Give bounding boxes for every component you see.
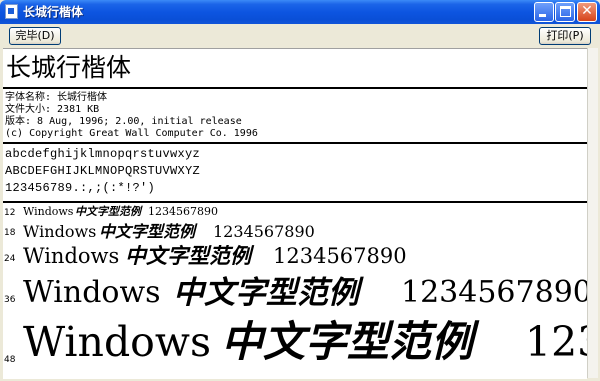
size-label: 24 — [4, 254, 16, 264]
sample-digits: 123 — [525, 318, 587, 366]
app-icon — [5, 4, 18, 19]
font-info-line: (c) Copyright Great Wall Computer Co. 19… — [5, 128, 258, 139]
sample-digits: 1234567890 — [273, 244, 407, 268]
charset-digits-punctuation: 123456789.:,;(:*!?') — [5, 181, 156, 195]
size-label: 12 — [4, 208, 16, 218]
vertical-scrollbar[interactable] — [587, 48, 598, 378]
minimize-icon — [539, 14, 546, 17]
sample-latin: Windows — [23, 222, 97, 241]
sample-latin: Windows — [23, 205, 74, 218]
toolbar: 完毕(D) 打印(P) — [3, 24, 597, 48]
window-title: 长城行楷体 — [23, 5, 84, 19]
divider — [3, 142, 587, 144]
close-icon: ✕ — [581, 3, 593, 19]
divider — [3, 201, 587, 203]
minimize-button[interactable] — [534, 2, 554, 22]
charset-lowercase: abcdefghijklmnopqrstuvwxyz — [5, 147, 201, 161]
font-name-heading: 长城行楷体 — [6, 53, 132, 82]
sample-cjk: 中文字型范例 — [221, 317, 474, 366]
sample-digits: 1234567890 — [401, 275, 587, 310]
font-viewer-window: 长城行楷体 ✕ 完毕(D) 打印(P) 长城行楷体 字体名称: 长城行楷体 文件… — [0, 0, 600, 381]
print-button[interactable]: 打印(P) — [539, 27, 591, 45]
size-label: 18 — [4, 228, 16, 238]
done-button[interactable]: 完毕(D) — [9, 27, 61, 45]
sample-cjk: 中文字型范例 — [173, 275, 359, 311]
font-info-line: 字体名称: 长城行楷体 — [5, 92, 108, 103]
sample-digits: 1234567890 — [213, 222, 315, 241]
title-bar[interactable]: 长城行楷体 ✕ — [0, 0, 600, 24]
sample-latin: Windows — [23, 275, 161, 310]
font-info-line: 版本: 8 Aug, 1996; 2.00, initial release — [5, 116, 242, 127]
close-button[interactable]: ✕ — [577, 2, 597, 22]
font-info-line: 文件大小: 2381 KB — [5, 104, 100, 115]
charset-uppercase: ABCDEFGHIJKLMNOPQRSTUVWXYZ — [5, 164, 201, 178]
divider — [3, 87, 587, 89]
sample-latin: Windows — [23, 318, 212, 366]
size-label: 36 — [4, 295, 16, 305]
sample-cjk: 中文字型范例 — [99, 222, 196, 241]
maximize-icon — [560, 6, 571, 17]
sample-cjk: 中文字型范例 — [75, 205, 141, 218]
sample-latin: Windows — [23, 244, 120, 268]
font-preview-area: 长城行楷体 字体名称: 长城行楷体 文件大小: 2381 KB 版本: 8 Au… — [3, 48, 587, 379]
sample-cjk: 中文字型范例 — [125, 243, 251, 268]
size-label: 48 — [4, 355, 16, 365]
maximize-button[interactable] — [555, 2, 575, 22]
sample-digits: 1234567890 — [148, 205, 218, 218]
